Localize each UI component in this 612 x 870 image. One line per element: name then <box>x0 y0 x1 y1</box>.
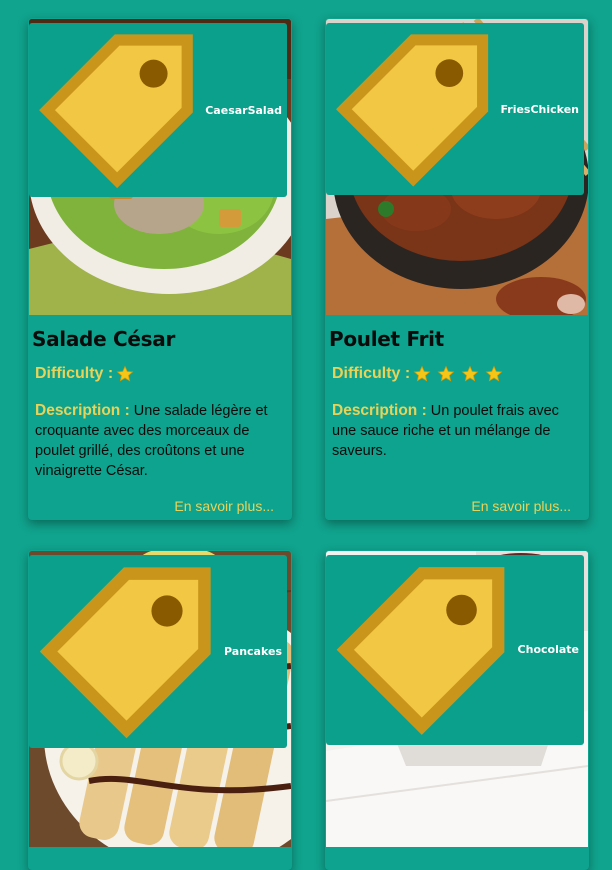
recipe-photo: Pancakes <box>29 551 291 847</box>
difficulty-label: Difficulty : <box>332 365 411 382</box>
recipe-photo: FriesChicken <box>326 19 588 315</box>
learn-more-link[interactable]: En savoir plus... <box>174 498 274 514</box>
recipe-title: Poulet Frit <box>329 327 444 351</box>
recipe-title: Salade César <box>32 327 176 351</box>
star-icon <box>413 365 431 382</box>
recipe-card-pancakes: Pancakes <box>28 550 292 870</box>
difficulty-stars <box>116 365 134 383</box>
star-icon <box>485 365 503 382</box>
category-tag[interactable]: CaesarSalad <box>29 23 287 198</box>
tag-icon <box>336 567 505 735</box>
category-tag-label: Chocolate <box>517 643 579 657</box>
difficulty-row: Difficulty : <box>332 365 589 383</box>
recipe-description: Description : Une salade légère et croqu… <box>35 401 278 481</box>
recipe-photo: CaesarSalad <box>29 19 291 315</box>
tag-icon <box>39 34 193 189</box>
category-tag[interactable]: Chocolate <box>326 555 584 745</box>
category-tag-label: FriesChicken <box>500 102 579 116</box>
star-icon <box>116 365 134 382</box>
tag-icon <box>336 34 489 187</box>
star-icon <box>437 365 455 382</box>
recipe-card-fried-chicken: FriesChicken Poulet Frit Difficulty : De… <box>325 18 589 520</box>
recipe-card-caesar-salad: CaesarSalad Salade César Difficulty : De… <box>28 18 292 520</box>
star-icon <box>461 365 479 382</box>
description-label: Description : <box>332 402 427 419</box>
recipe-description: Description : Un poulet frais avec une s… <box>332 401 575 461</box>
category-tag-label: CaesarSalad <box>205 103 282 117</box>
category-tag[interactable]: FriesChicken <box>326 23 584 196</box>
category-tag-label: Pancakes <box>224 645 282 658</box>
tag-icon <box>39 567 211 739</box>
recipe-card-chocolate: Chocolate <box>325 550 589 870</box>
learn-more-link[interactable]: En savoir plus... <box>471 498 571 514</box>
difficulty-label: Difficulty : <box>35 365 114 382</box>
description-label: Description : <box>35 402 130 419</box>
difficulty-stars <box>413 365 503 383</box>
recipe-photo: Chocolate <box>326 551 588 847</box>
category-tag[interactable]: Pancakes <box>29 555 287 748</box>
difficulty-row: Difficulty : <box>35 365 292 383</box>
